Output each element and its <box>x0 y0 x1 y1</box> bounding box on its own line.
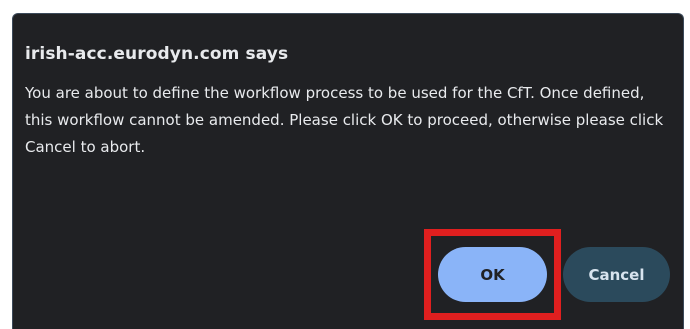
dialog-title: irish-acc.eurodyn.com says <box>25 44 289 64</box>
ok-button[interactable]: OK <box>438 247 547 302</box>
dialog-message: You are about to define the workflow pro… <box>25 84 664 156</box>
page-background <box>0 0 690 12</box>
cancel-button[interactable]: Cancel <box>563 247 670 302</box>
